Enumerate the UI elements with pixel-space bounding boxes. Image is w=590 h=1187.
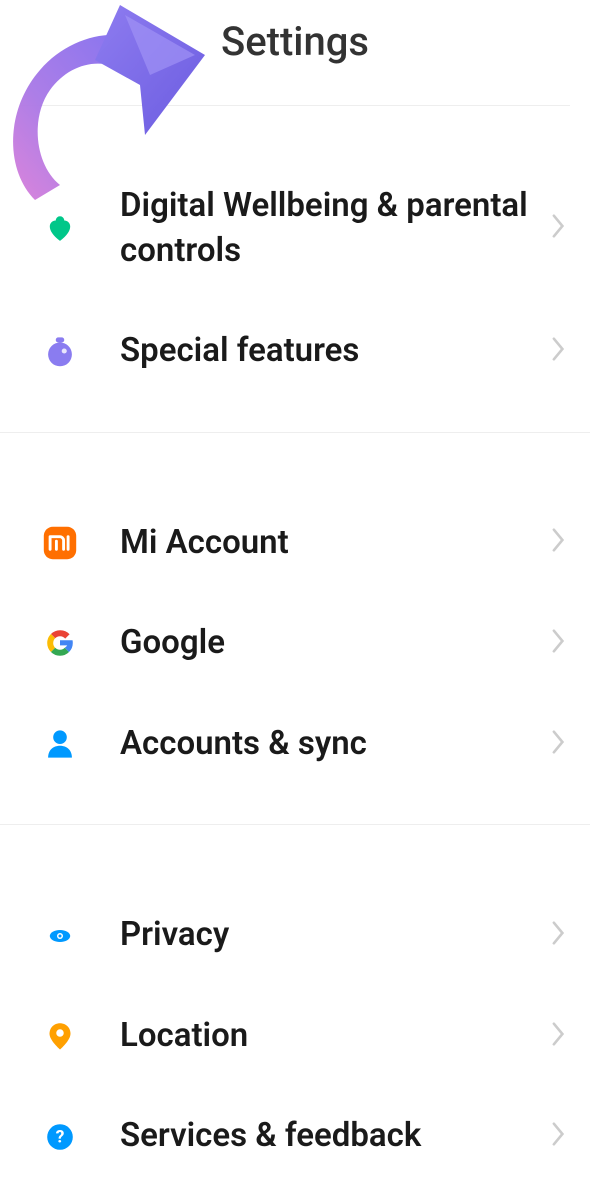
settings-item-digital-wellbeing[interactable]: Digital Wellbeing & parental controls [0, 156, 590, 301]
mi-logo-icon [40, 523, 80, 563]
wellbeing-heart-icon [40, 209, 80, 249]
settings-item-label: Location [120, 1014, 542, 1059]
settings-item-special-features[interactable]: Special features [0, 301, 590, 402]
flask-icon [40, 331, 80, 371]
settings-item-label: Privacy [120, 913, 542, 958]
chevron-right-icon [552, 728, 566, 761]
chevron-right-icon [552, 1120, 566, 1153]
settings-item-label: Services & feedback [120, 1114, 542, 1159]
svg-text:?: ? [56, 1127, 65, 1147]
settings-item-label: Accounts & sync [120, 722, 542, 767]
settings-item-google[interactable]: Google [0, 593, 590, 694]
settings-item-privacy[interactable]: Privacy [0, 885, 590, 986]
person-icon [40, 724, 80, 764]
eye-icon [40, 916, 80, 956]
settings-item-services-feedback[interactable]: ? Services & feedback [0, 1086, 590, 1187]
settings-item-mi-account[interactable]: Mi Account [0, 493, 590, 594]
help-icon: ? [40, 1117, 80, 1157]
chevron-right-icon [552, 1020, 566, 1053]
settings-item-accounts-sync[interactable]: Accounts & sync [0, 694, 590, 795]
chevron-right-icon [552, 919, 566, 952]
settings-item-label: Mi Account [120, 521, 542, 566]
page-header: Settings [0, 0, 590, 105]
location-pin-icon [40, 1016, 80, 1056]
settings-item-label: Special features [120, 329, 542, 374]
settings-item-label: Google [120, 621, 542, 666]
chevron-right-icon [552, 212, 566, 245]
chevron-right-icon [552, 335, 566, 368]
google-logo-icon [40, 623, 80, 663]
page-title: Settings [0, 18, 590, 65]
chevron-right-icon [552, 526, 566, 559]
settings-item-location[interactable]: Location [0, 986, 590, 1087]
chevron-right-icon [552, 627, 566, 660]
settings-item-label: Digital Wellbeing & parental controls [120, 184, 542, 273]
